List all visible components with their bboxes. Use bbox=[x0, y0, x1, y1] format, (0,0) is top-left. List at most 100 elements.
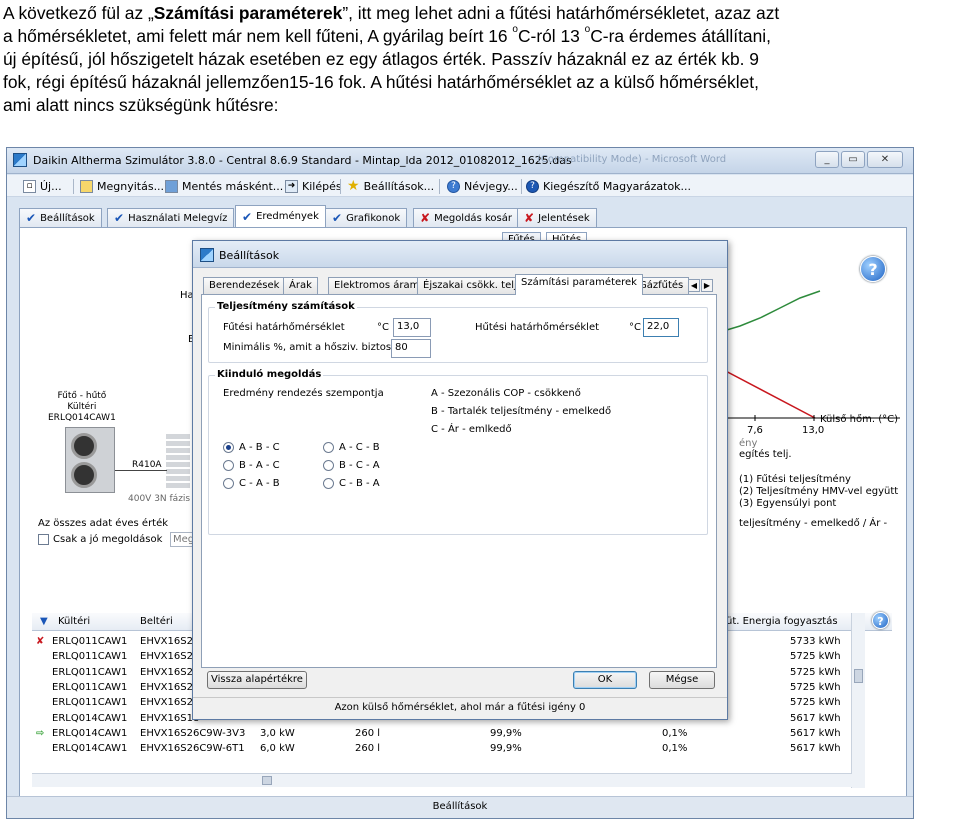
x-icon: ✘ bbox=[524, 211, 535, 225]
settings-label: Beállítások... bbox=[363, 179, 435, 193]
tab-label: Megoldás kosár bbox=[434, 212, 512, 224]
legend-c: C - Ár - emlkedő bbox=[431, 424, 512, 435]
radio-cab[interactable]: C - A - B bbox=[223, 478, 280, 489]
tab-label: Eredmények bbox=[256, 211, 319, 222]
folder-icon bbox=[80, 179, 93, 193]
toolbar-separator bbox=[340, 179, 341, 194]
filter-icon[interactable]: ▼ bbox=[40, 616, 48, 627]
col-energy[interactable]: üt. Energia fogyasztás bbox=[726, 616, 838, 627]
tab-solution-basket[interactable]: ✘ Megoldás kosár bbox=[413, 208, 519, 227]
about-label: Névjegy... bbox=[464, 179, 518, 193]
doc-line-4: fok, régi építésű házaknál jellemzően15-… bbox=[3, 72, 759, 92]
cell-v: 260 l bbox=[355, 743, 381, 755]
tab-calculation-params[interactable]: Számítási paraméterek bbox=[515, 274, 643, 295]
cell-energy: 5617 kWh bbox=[790, 712, 841, 724]
toolbar: ▫ Új... Megnyitás... Mentés másként... ➜ K… bbox=[7, 175, 913, 197]
radio-dot bbox=[223, 460, 234, 471]
tab-scroll-left[interactable]: ◀ bbox=[688, 279, 700, 292]
open-label: Megnyitás... bbox=[97, 179, 165, 193]
doc-text: a hőmérsékletet, ami felett már nem kell… bbox=[3, 26, 513, 46]
doc-line-3: új építésű, jól hőszigetelt házak esetéb… bbox=[3, 49, 759, 69]
cut-text: ény bbox=[739, 438, 758, 449]
h-scroll-thumb[interactable] bbox=[262, 776, 272, 785]
tab-hot-water[interactable]: ✔ Használati Melegvíz bbox=[107, 208, 235, 227]
cell-energy: 5733 kWh bbox=[790, 636, 841, 647]
tab-reports[interactable]: ✘ Jelentések bbox=[517, 208, 597, 227]
all-data-label: Az összes adat éves érték bbox=[38, 518, 169, 529]
table-scrollbar[interactable] bbox=[851, 613, 865, 788]
document-text: A következő fül az „Számítási paramétere… bbox=[3, 2, 958, 117]
cell-pct: 99,9% bbox=[490, 743, 522, 755]
radio-bac[interactable]: B - A - C bbox=[223, 460, 280, 471]
cancel-button[interactable]: Mégse bbox=[649, 671, 715, 689]
radio-abc[interactable]: A - B - C bbox=[223, 442, 280, 453]
radio-label: B - C - A bbox=[339, 460, 380, 471]
settings-button[interactable]: ★ Beállítások... bbox=[347, 178, 434, 194]
tab-charts[interactable]: ✔ Grafikonok bbox=[325, 208, 408, 227]
about-button[interactable]: ? Névjegy... bbox=[447, 178, 518, 194]
tab-prices[interactable]: Árak bbox=[283, 277, 318, 294]
info-icon: ? bbox=[447, 179, 460, 193]
cool-unit: °C bbox=[629, 322, 641, 333]
cell-out: ERLQ011CAW1 bbox=[52, 681, 128, 693]
tab-scroll-right[interactable]: ▶ bbox=[701, 279, 713, 292]
tab-night-reduction[interactable]: Éjszakai csökk. telj. bbox=[417, 277, 526, 294]
radio-acb[interactable]: A - C - B bbox=[323, 442, 380, 453]
tab-label: Használati Melegvíz bbox=[128, 212, 228, 224]
dialog-titlebar: Beállítások bbox=[193, 241, 727, 268]
group-title: Teljesítmény számítások bbox=[215, 301, 357, 312]
cell-in: EHVX16S26 bbox=[140, 666, 200, 678]
checkbox-box bbox=[38, 534, 49, 545]
cell-in: EHVX16S26C9W-6T1 bbox=[140, 743, 245, 755]
table-help-icon[interactable]: ? bbox=[872, 612, 889, 629]
check-icon: ✔ bbox=[242, 209, 253, 224]
new-button[interactable]: ▫ Új... bbox=[23, 178, 62, 194]
maximize-button[interactable]: ▭ bbox=[841, 151, 865, 168]
min-percent-input[interactable]: 80 bbox=[391, 339, 431, 358]
scroll-thumb[interactable] bbox=[854, 669, 863, 683]
app-icon bbox=[200, 248, 214, 262]
reset-defaults-button[interactable]: Vissza alapértékre bbox=[207, 671, 307, 689]
group-title: Kiinduló megoldás bbox=[215, 369, 324, 380]
heat-limit-input[interactable]: 13,0 bbox=[393, 318, 431, 337]
cell-out: ERLQ011CAW1 bbox=[52, 651, 128, 663]
legend-item: (2) Teljesítmény HMV-vel együtt bbox=[739, 486, 899, 497]
col-outdoor[interactable]: Kültéri bbox=[58, 616, 90, 627]
radio-dot bbox=[223, 478, 234, 489]
tab-equipment[interactable]: Berendezések bbox=[203, 277, 286, 294]
tab-electricity[interactable]: Elektromos áram bbox=[328, 277, 426, 294]
table-row[interactable]: ⇨ ERLQ014CAW1 EHVX16S26C9W-3V3 3,0 kW 260 l 9… bbox=[32, 727, 862, 742]
toolbar-separator bbox=[439, 179, 440, 194]
tab-settings[interactable]: ✔ Beállítások bbox=[19, 208, 102, 227]
cell-v: 260 l bbox=[355, 727, 381, 739]
cell-in: EHVX16S26C9W-3V3 bbox=[140, 727, 246, 739]
x-tick-label: 13,0 bbox=[802, 425, 825, 436]
minimize-button[interactable]: _ bbox=[815, 151, 839, 168]
cell-out: ERLQ011CAW1 bbox=[52, 697, 128, 709]
doc-text: ”, itt meg lehet adni a fűtési határhőmé… bbox=[342, 3, 780, 23]
h-scrollbar[interactable] bbox=[32, 773, 852, 787]
cool-limit-input[interactable]: 22,0 bbox=[643, 318, 679, 337]
radio-cba[interactable]: C - B - A bbox=[323, 478, 380, 489]
cell-energy: 5725 kWh bbox=[790, 666, 841, 678]
tab-results[interactable]: ✔ Eredmények bbox=[235, 205, 326, 227]
tab-label: Jelentések bbox=[538, 212, 590, 224]
exit-button[interactable]: ➜ Kilépés bbox=[285, 178, 342, 194]
cell-energy: 5725 kWh bbox=[790, 697, 841, 709]
extra-label: Kiegészítő Magyarázatok... bbox=[543, 179, 692, 193]
tab-label: Beállítások bbox=[40, 212, 95, 224]
ghost-title: (Compatibility Mode) - Microsoft Word bbox=[537, 154, 727, 165]
extra-button[interactable]: ? Kiegészítő Magyarázatok... bbox=[526, 178, 691, 194]
saveas-button[interactable]: Mentés másként... bbox=[165, 178, 283, 194]
window-titlebar: Daikin Altherma Szimulátor 3.8.0 - Centr… bbox=[7, 148, 913, 174]
table-row[interactable]: ERLQ014CAW1 EHVX16S26C9W-6T1 6,0 kW 260 l 99… bbox=[32, 742, 862, 757]
doc-text: A következő fül az „ bbox=[3, 3, 154, 23]
col-indoor[interactable]: Beltéri bbox=[140, 616, 173, 627]
only-good-checkbox[interactable]: Csak a jó megoldások bbox=[38, 534, 162, 545]
radio-bca[interactable]: B - C - A bbox=[323, 460, 380, 471]
cell-out: ERLQ014CAW1 bbox=[52, 743, 128, 755]
close-button[interactable]: ✕ bbox=[867, 151, 903, 168]
radio-label: A - C - B bbox=[339, 442, 380, 453]
ok-button[interactable]: OK bbox=[573, 671, 637, 689]
open-button[interactable]: Megnyitás... bbox=[80, 178, 164, 194]
